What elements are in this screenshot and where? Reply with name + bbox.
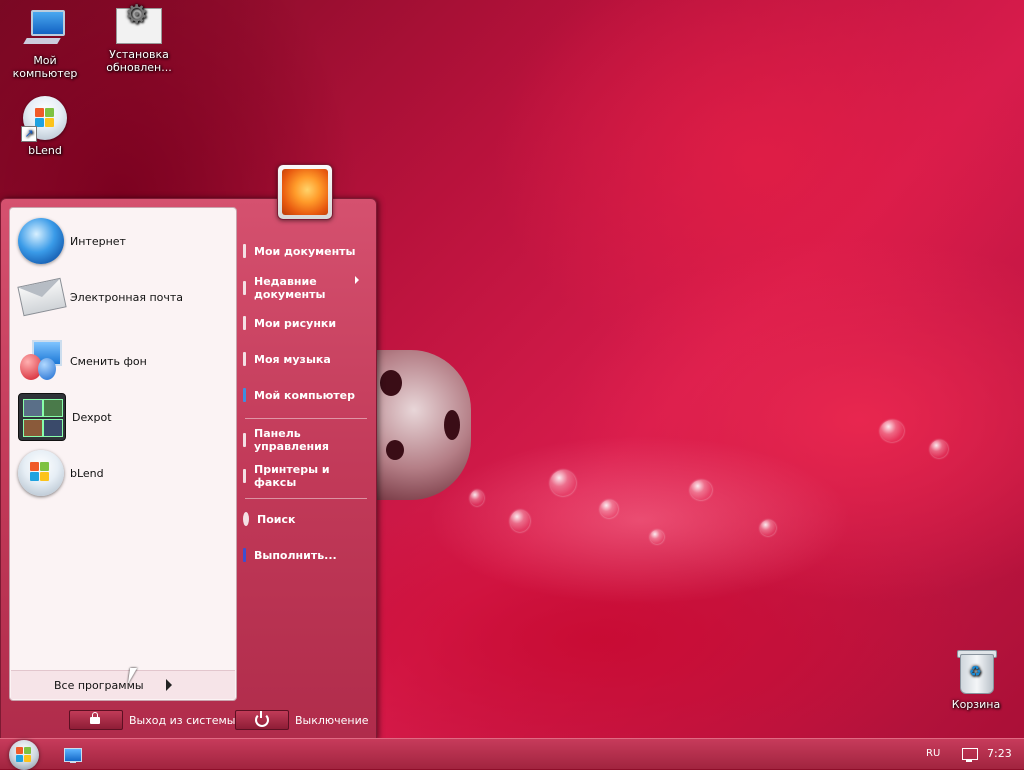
water-drop [600, 500, 618, 518]
all-programs-button[interactable]: Все программы [11, 670, 235, 699]
computer-icon [23, 8, 67, 50]
ladybug-spot [386, 440, 404, 460]
ladybug-spot [444, 410, 460, 440]
water-drop [470, 490, 484, 506]
logoff-button[interactable]: Выход из системы [69, 710, 235, 730]
desktop-icon-label: bLend [28, 144, 62, 157]
mail-icon [17, 274, 67, 320]
desktop-icon-update-setup[interactable]: Установка обновлен... [94, 8, 184, 74]
desktop-icon-my-computer[interactable]: Мой компьютер [0, 8, 90, 80]
desktop-icon-label: Корзина [951, 698, 1001, 711]
water-drop [650, 530, 664, 544]
start-item-blend[interactable]: bLend [18, 448, 233, 498]
user-picture[interactable] [277, 164, 333, 220]
language-indicator[interactable]: RU [926, 748, 940, 759]
windows-orb-icon [18, 450, 64, 496]
start-item-label: bLend [70, 466, 104, 480]
start-menu-pinned-pane: Интернет Электронная почта Сменить фон D… [9, 207, 237, 701]
start-link-label: Мои рисунки [254, 316, 337, 330]
printer-icon [243, 469, 246, 483]
start-item-label: Интернет [70, 234, 126, 248]
start-link-label: Моя музыка [254, 352, 331, 366]
shutdown-label: Выключение [295, 713, 369, 727]
settings-icon [116, 8, 162, 44]
start-link-search[interactable]: Поиск [243, 512, 373, 526]
shutdown-button[interactable]: Выключение [235, 710, 369, 730]
start-link-printers[interactable]: Принтеры и факсы [243, 463, 373, 489]
shortcut-arrow-icon: ↗ [21, 126, 37, 142]
start-item-internet[interactable]: Интернет [18, 216, 233, 266]
start-link-my-documents[interactable]: Мои документы [243, 244, 373, 258]
taskbar: RU 7:23 [0, 738, 1024, 770]
recent-icon [243, 281, 246, 295]
folder-icon [243, 244, 246, 258]
ladybug-spot [380, 370, 402, 396]
start-link-my-computer[interactable]: Мой компьютер [243, 388, 373, 402]
taskbar-clock[interactable]: 7:23 [987, 747, 1012, 760]
start-item-change-background[interactable]: Сменить фон [18, 336, 233, 386]
start-link-label: Панель управления [254, 427, 329, 453]
desktop-icon-label: Мой компьютер [12, 54, 78, 80]
logoff-label: Выход из системы [129, 713, 236, 727]
start-menu-separator [245, 498, 367, 499]
music-icon [243, 352, 246, 366]
windows-orb-icon: ↗ [21, 96, 67, 142]
start-link-my-music[interactable]: Моя музыка [243, 352, 373, 366]
start-menu-separator [245, 418, 367, 419]
windows-logo-icon [16, 747, 32, 763]
start-link-label: Поиск [257, 512, 296, 526]
desktop-icon-recycle-bin[interactable]: ♻ Корзина [931, 648, 1021, 711]
globe-icon [18, 218, 64, 264]
start-link-my-pictures[interactable]: Мои рисунки [243, 316, 373, 330]
start-link-control-panel[interactable]: Панель управления [243, 427, 373, 453]
user-avatar-flower [282, 169, 328, 215]
start-item-dexpot[interactable]: Dexpot [18, 392, 233, 442]
arrow-right-icon [166, 679, 172, 691]
start-button[interactable] [9, 740, 39, 770]
show-desktop-icon[interactable] [64, 748, 82, 763]
start-item-label: Dexpot [72, 410, 112, 424]
dexpot-icon [18, 393, 66, 441]
search-icon [243, 512, 249, 526]
pictures-icon [243, 316, 246, 330]
water-drop [510, 510, 530, 532]
control-panel-icon [243, 433, 246, 447]
start-link-label: Мои документы [254, 244, 356, 258]
computer-icon [243, 388, 246, 402]
network-icon[interactable] [962, 748, 978, 762]
recycle-bin-icon: ♻ [956, 648, 997, 694]
balloons-icon [18, 338, 64, 384]
start-link-label: Мой компьютер [254, 388, 356, 402]
water-drop [760, 520, 776, 536]
start-link-label: Выполнить... [254, 548, 337, 562]
start-item-label: Сменить фон [70, 354, 147, 368]
start-link-run[interactable]: Выполнить... [243, 548, 373, 562]
start-item-label: Электронная почта [70, 290, 184, 304]
power-icon [235, 710, 289, 730]
water-drop [880, 420, 904, 442]
water-drop [690, 480, 712, 500]
wallpaper-ladybug [376, 350, 471, 500]
run-icon [243, 548, 246, 562]
start-link-recent-documents[interactable]: Недавние документы [243, 275, 373, 301]
desktop-icon-label: Установка обновлен... [106, 48, 172, 74]
start-item-email[interactable]: Электронная почта [17, 272, 233, 322]
submenu-arrow-icon [355, 276, 359, 284]
start-menu: Интернет Электронная почта Сменить фон D… [0, 198, 377, 740]
lock-icon [69, 710, 123, 730]
start-link-label: Принтеры и факсы [254, 463, 330, 489]
desktop-icon-blend[interactable]: ↗ bLend [0, 96, 90, 157]
water-drop [550, 470, 576, 496]
water-drop [930, 440, 948, 458]
